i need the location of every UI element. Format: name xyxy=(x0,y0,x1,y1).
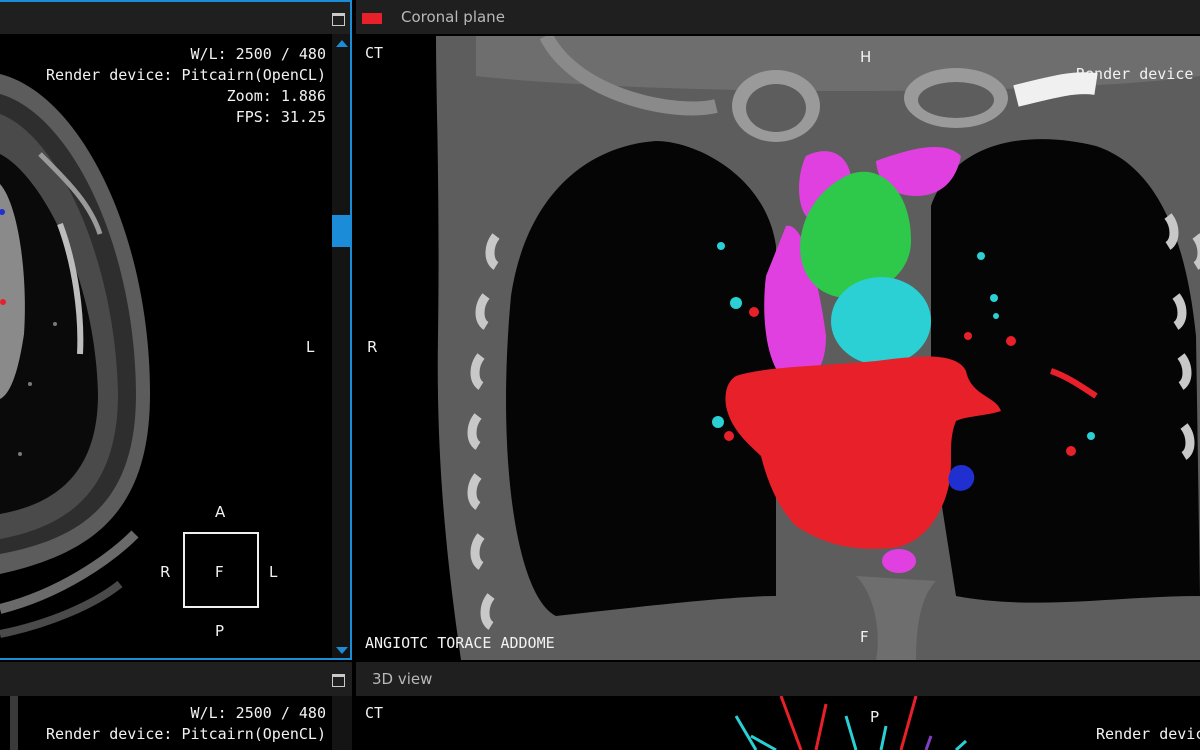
3d-top-label: P xyxy=(870,708,880,726)
coronal-titlebar: Coronal plane xyxy=(356,0,1200,34)
lower-left-view[interactable]: W/L: 2500 / 480 Render device: Pitcairn(… xyxy=(0,662,356,750)
axial-fps: FPS: 31.25 xyxy=(235,108,326,126)
coronal-modality: CT xyxy=(365,44,384,62)
coronal-bottom-label: F xyxy=(860,628,869,646)
axial-side-label: L xyxy=(306,338,315,356)
lower-left-scrollbar[interactable] xyxy=(332,696,352,750)
3d-view-title: 3D view xyxy=(372,670,433,688)
orientation-right: L xyxy=(269,563,278,581)
3d-render-device: Render device xyxy=(1096,725,1200,743)
coronal-render-device: Render device xyxy=(1076,65,1194,83)
lower-left-window-level: W/L: 2500 / 480 xyxy=(190,704,326,722)
3d-vessel-render xyxy=(734,696,968,750)
orientation-top: A xyxy=(215,503,226,521)
3d-titlebar: 3D view xyxy=(356,662,1200,696)
scroll-down-arrow-icon[interactable] xyxy=(336,647,348,654)
coronal-ct-image xyxy=(356,36,1200,660)
coronal-top-label: H xyxy=(860,48,872,66)
coronal-title: Coronal plane xyxy=(401,8,505,26)
color-swatch-icon[interactable] xyxy=(362,13,382,24)
axial-zoom: Zoom: 1.886 xyxy=(226,87,326,105)
coronal-study-label: ANGIOTC TORACE ADDOME xyxy=(365,634,555,652)
orientation-cube: A R F L P xyxy=(155,500,285,640)
orientation-center: F xyxy=(215,563,224,581)
axial-titlebar xyxy=(0,0,352,34)
coronal-view[interactable]: Coronal plane CT H Render device R F ANG… xyxy=(356,0,1200,662)
axial-scrollbar[interactable] xyxy=(332,34,352,660)
orientation-bottom: P xyxy=(215,622,225,640)
orientation-left: R xyxy=(160,563,171,581)
axial-scrollbar-thumb[interactable] xyxy=(332,214,352,247)
axial-window-level: W/L: 2500 / 480 xyxy=(190,45,326,63)
maximize-icon[interactable] xyxy=(332,674,345,687)
3d-view[interactable]: 3D view CT P Render device xyxy=(356,662,1200,750)
axial-view[interactable]: W/L: 2500 / 480 Render device: Pitcairn(… xyxy=(0,0,356,662)
axial-render-device: Render device: Pitcairn(OpenCL) xyxy=(46,66,326,84)
3d-modality: CT xyxy=(365,704,384,722)
coronal-left-label: R xyxy=(367,338,378,356)
scroll-up-arrow-icon[interactable] xyxy=(336,40,348,47)
lower-left-image xyxy=(10,696,18,750)
maximize-icon[interactable] xyxy=(332,13,345,26)
lower-left-titlebar xyxy=(0,662,352,696)
lower-left-render-device: Render device: Pitcairn(OpenCL) xyxy=(46,725,326,743)
